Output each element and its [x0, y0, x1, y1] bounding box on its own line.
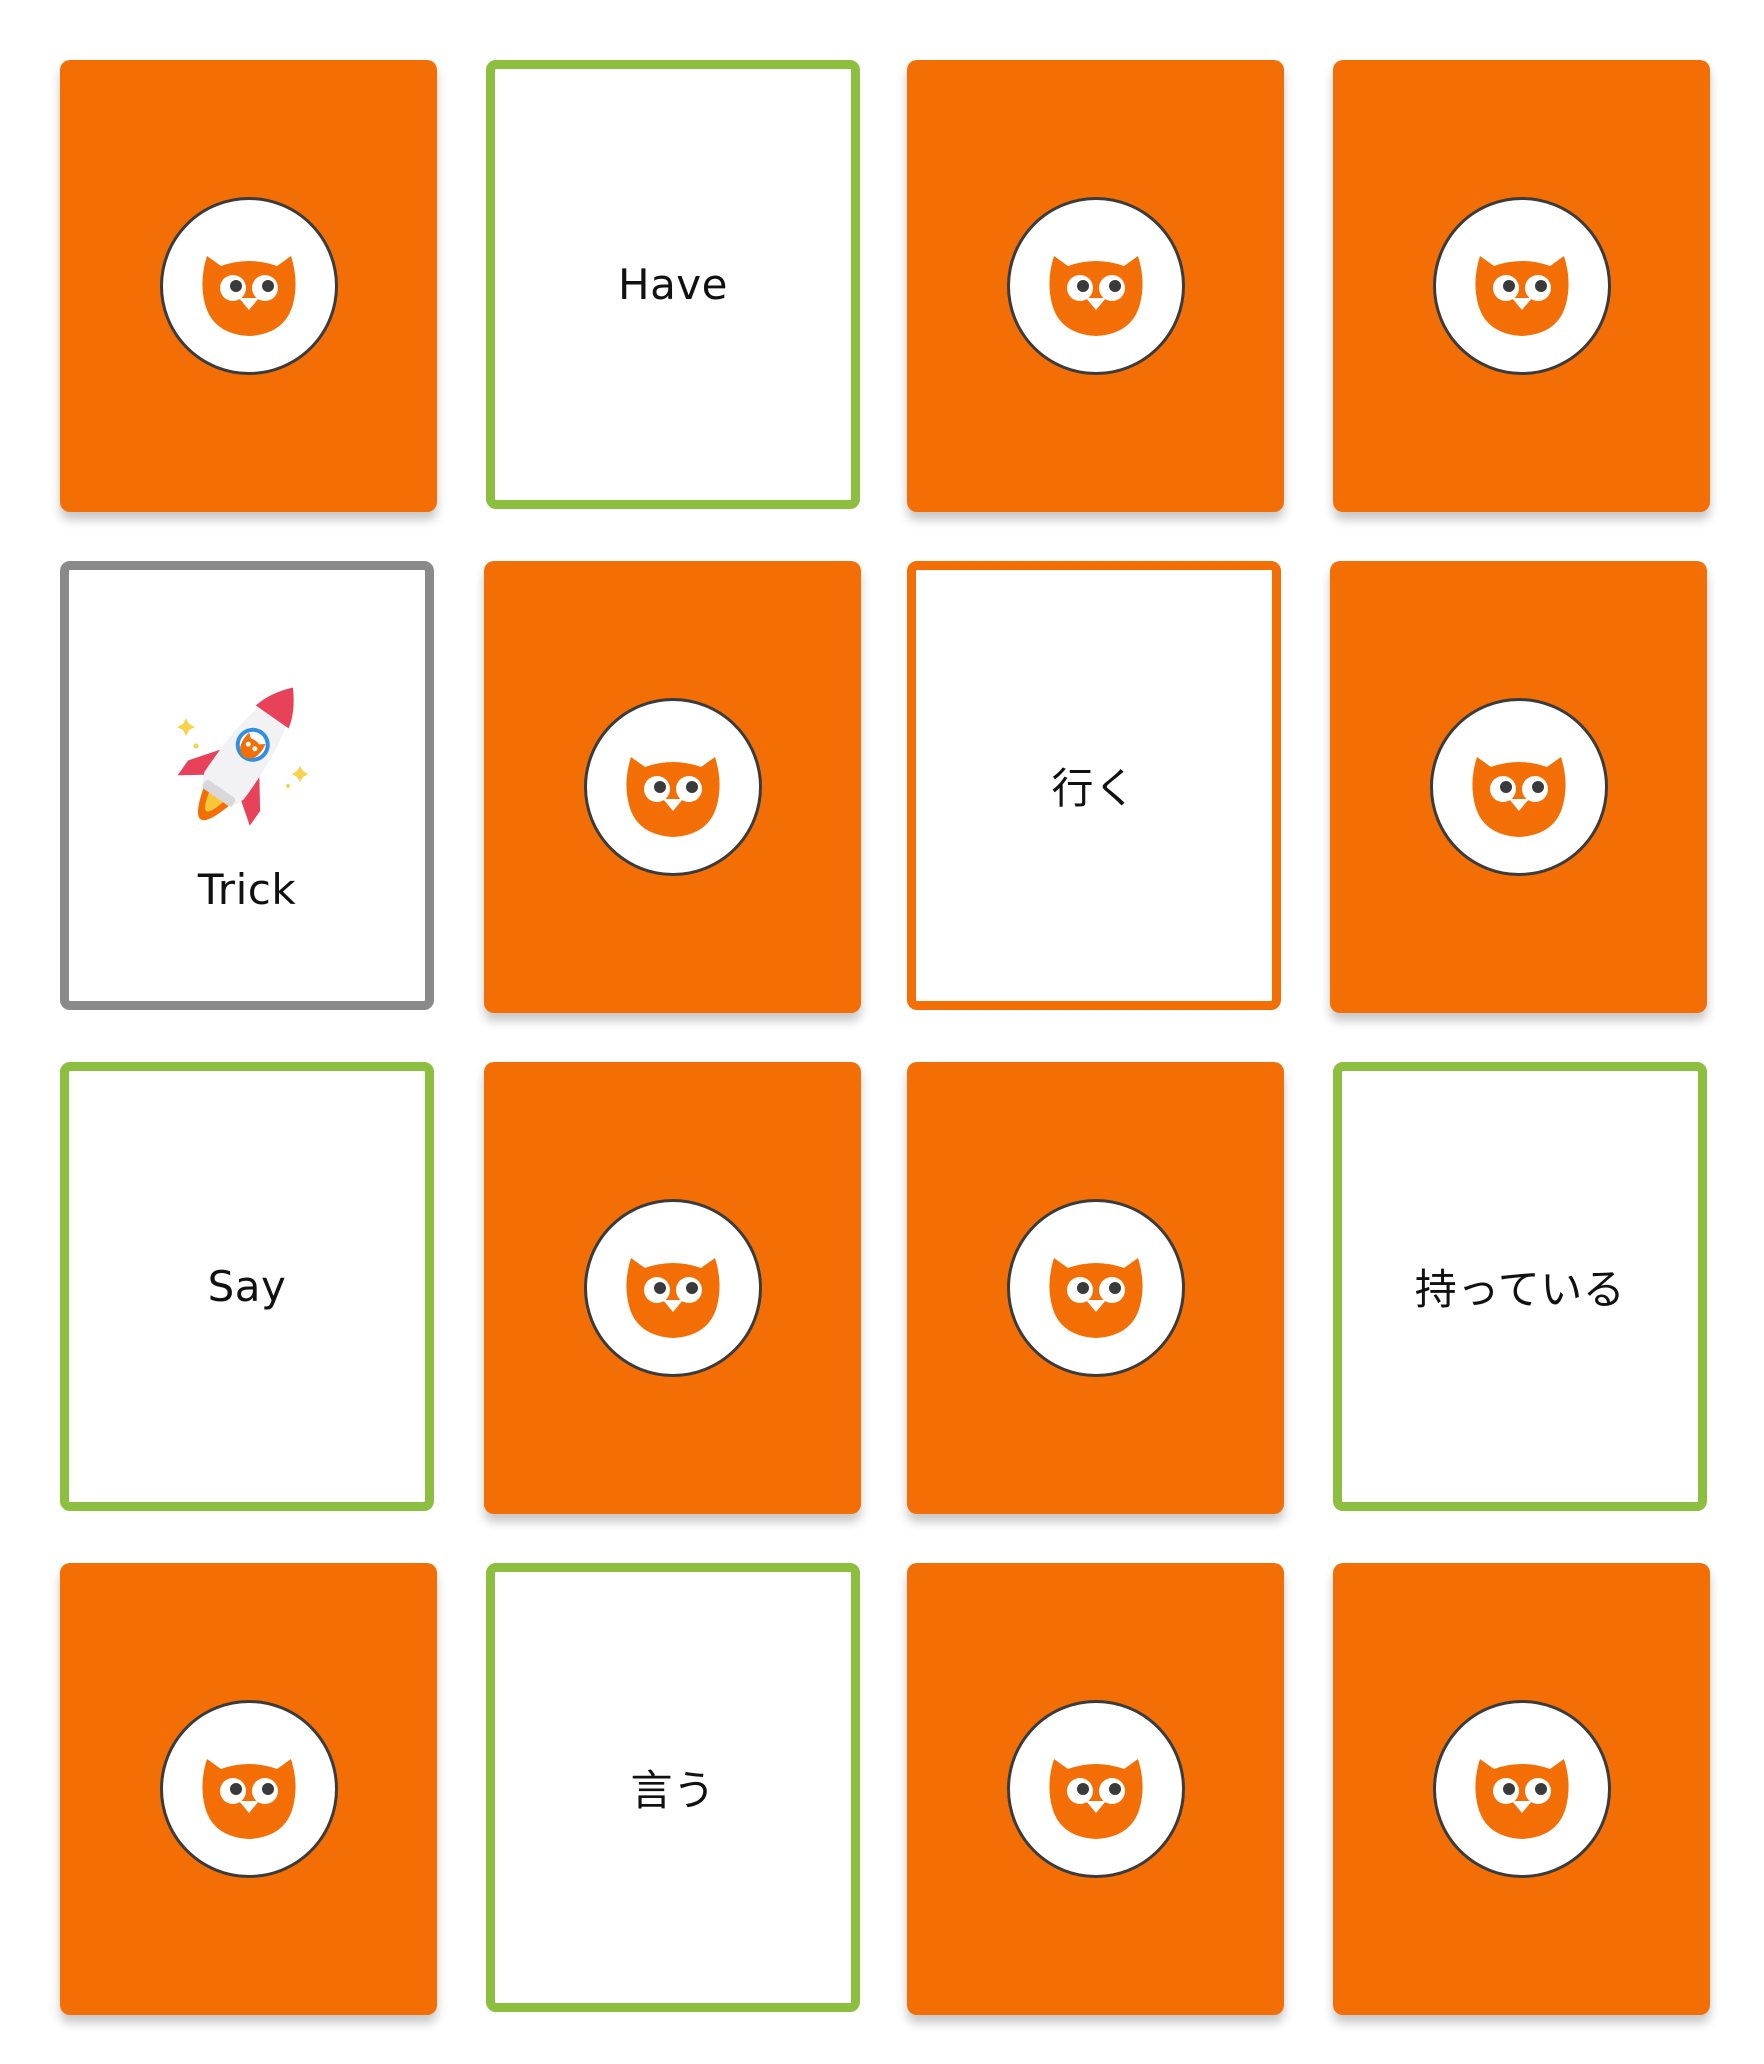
- owl-logo-badge: [1006, 1700, 1185, 1878]
- card-back[interactable]: [60, 60, 437, 512]
- card-word: Have: [617, 260, 728, 309]
- owl-logo-badge: [583, 1199, 762, 1377]
- owl-logo-badge: [1432, 1700, 1611, 1878]
- owl-logo-badge: [159, 1700, 338, 1878]
- owl-icon: [201, 1759, 296, 1839]
- card-back[interactable]: [1333, 60, 1710, 512]
- card-word: Say: [207, 1262, 287, 1311]
- card-back[interactable]: [907, 1062, 1284, 1514]
- memory-card-board: Have Trick 行く Say 持っている 言う: [0, 0, 1764, 2064]
- rocket-icon: [177, 686, 308, 826]
- card-face-wrong[interactable]: Trick: [60, 561, 434, 1010]
- card-word: Trick: [197, 864, 297, 914]
- card-picture: Trick: [172, 658, 322, 914]
- card-word: 行く: [1051, 764, 1137, 813]
- owl-icon: [1048, 256, 1143, 336]
- card-face-matched[interactable]: 持っている: [1333, 1062, 1707, 1511]
- card-face-matched[interactable]: 言う: [486, 1563, 860, 2012]
- card-back[interactable]: [60, 1563, 437, 2015]
- owl-logo-badge: [1006, 1199, 1185, 1377]
- card-back[interactable]: [907, 60, 1284, 512]
- owl-logo-badge: [583, 698, 762, 876]
- owl-logo-badge: [1429, 698, 1608, 876]
- card-face-matched[interactable]: Have: [486, 60, 860, 509]
- card-face-matched[interactable]: Say: [60, 1062, 434, 1511]
- owl-icon: [1474, 256, 1569, 336]
- owl-logo-badge: [1432, 197, 1611, 375]
- card-back[interactable]: [484, 1062, 861, 1514]
- owl-icon: [1048, 1258, 1143, 1338]
- card-back[interactable]: [1330, 561, 1707, 1013]
- card-word: 言う: [630, 1766, 716, 1815]
- owl-logo-badge: [1006, 197, 1185, 375]
- owl-icon: [201, 256, 296, 336]
- owl-icon: [1048, 1759, 1143, 1839]
- card-word: 持っている: [1414, 1265, 1626, 1314]
- owl-icon: [625, 757, 720, 837]
- owl-icon: [1471, 757, 1566, 837]
- card-face-selected[interactable]: 行く: [907, 561, 1281, 1010]
- owl-icon: [625, 1258, 720, 1338]
- owl-icon: [1474, 1759, 1569, 1839]
- card-back[interactable]: [907, 1563, 1284, 2015]
- card-back[interactable]: [1333, 1563, 1710, 2015]
- card-back[interactable]: [484, 561, 861, 1013]
- owl-logo-badge: [159, 197, 338, 375]
